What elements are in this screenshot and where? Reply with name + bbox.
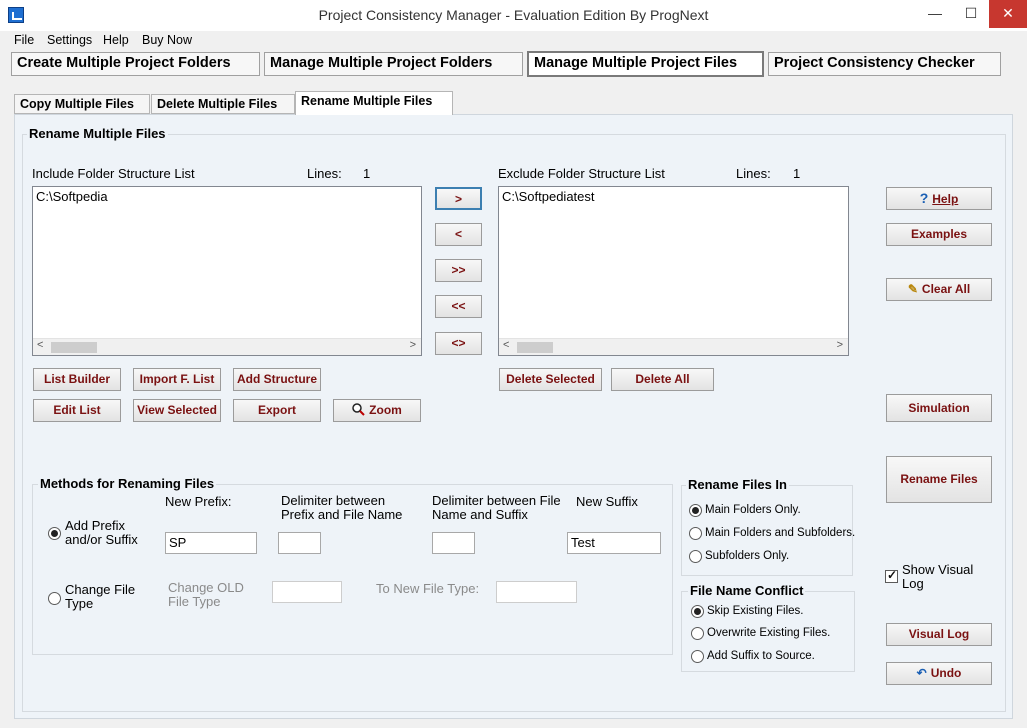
exclude-lines-label: Lines: [736, 166, 771, 181]
old-file-type-input[interactable] [272, 581, 342, 603]
help-label: Help [932, 192, 959, 206]
change-old-file-type-label: Change OLD File Type [168, 580, 244, 609]
include-lines-value: 1 [363, 166, 371, 181]
undo-button[interactable]: ↶ Undo [886, 662, 992, 685]
broom-icon: ✎ [907, 282, 918, 296]
tab-manage-multiple-project-folders[interactable]: Manage Multiple Project Folders [264, 52, 523, 76]
subfolders-only-radio[interactable] [689, 550, 702, 563]
examples-button[interactable]: Examples [886, 223, 992, 246]
window-title: Project Consistency Manager - Evaluation… [318, 7, 709, 23]
maximize-button[interactable]: ☐ [953, 0, 989, 28]
clear-all-label: Clear All [921, 282, 971, 296]
main-folders-only-label: Main Folders Only. [705, 504, 801, 516]
add-prefix-suffix-radio[interactable] [48, 527, 61, 540]
overwrite-existing-radio[interactable] [691, 627, 704, 640]
delim-suffix-header: Delimiter between File Name and Suffix [432, 493, 561, 522]
help-button[interactable]: ? Help [886, 187, 992, 210]
question-icon: ? [919, 190, 929, 206]
move-right-button[interactable]: > [435, 187, 482, 210]
scroll-right-icon[interactable]: > [837, 339, 843, 351]
magnifier-icon [352, 400, 365, 421]
include-lines-label: Lines: [307, 166, 342, 181]
to-new-file-type-label: To New File Type: [376, 581, 480, 596]
zoom-button[interactable]: Zoom [333, 399, 421, 422]
menu-buy-now[interactable]: Buy Now [142, 33, 192, 47]
skip-existing-label: Skip Existing Files. [707, 605, 804, 617]
add-suffix-to-source-label: Add Suffix to Source. [707, 650, 815, 662]
include-folder-list[interactable]: C:\Softpedia < > [32, 186, 422, 356]
include-hscrollbar[interactable]: < > [33, 338, 421, 355]
file-name-conflict-title: File Name Conflict [688, 583, 806, 598]
import-list-button[interactable]: Import F. List [133, 368, 221, 391]
subtab-delete-multiple-files[interactable]: Delete Multiple Files [151, 94, 295, 114]
close-button[interactable]: ✕ [989, 0, 1027, 28]
scroll-thumb[interactable] [517, 342, 553, 353]
menu-file[interactable]: File [14, 33, 34, 47]
add-suffix-to-source-radio[interactable] [691, 650, 704, 663]
exclude-list-label: Exclude Folder Structure List [498, 166, 665, 181]
simulation-button[interactable]: Simulation [886, 394, 992, 422]
new-prefix-header: New Prefix: [165, 494, 232, 509]
new-suffix-header: New Suffix [576, 494, 638, 509]
scroll-thumb[interactable] [51, 342, 97, 353]
skip-existing-radio[interactable] [691, 605, 704, 618]
methods-group-title: Methods for Renaming Files [38, 476, 217, 491]
delete-selected-button[interactable]: Delete Selected [499, 368, 602, 391]
list-item[interactable]: C:\Softpediatest [502, 189, 595, 204]
main-and-subfolders-label: Main Folders and Subfolders. [705, 527, 856, 539]
visual-log-button[interactable]: Visual Log [886, 623, 992, 646]
view-selected-button[interactable]: View Selected [133, 399, 221, 422]
change-file-type-label: Change File Type [65, 582, 136, 611]
move-all-left-button[interactable]: << [435, 295, 482, 318]
tab-create-multiple-project-folders[interactable]: Create Multiple Project Folders [11, 52, 260, 76]
move-all-right-button[interactable]: >> [435, 259, 482, 282]
tab-manage-multiple-project-files[interactable]: Manage Multiple Project Files [527, 51, 764, 77]
export-button[interactable]: Export [233, 399, 321, 422]
move-left-button[interactable]: < [435, 223, 482, 246]
show-visual-log-checkbox[interactable] [885, 568, 898, 583]
new-file-type-input[interactable] [496, 581, 577, 603]
rename-files-in-title: Rename Files In [686, 477, 789, 492]
minimize-button[interactable]: — [917, 0, 953, 28]
new-prefix-input[interactable]: SP [165, 532, 257, 554]
zoom-label: Zoom [369, 403, 402, 417]
delim-suffix-input[interactable] [432, 532, 475, 554]
include-list-label: Include Folder Structure List [32, 166, 195, 181]
rename-files-button[interactable]: Rename Files [886, 456, 992, 503]
tab-project-consistency-checker[interactable]: Project Consistency Checker [768, 52, 1001, 76]
overwrite-existing-label: Overwrite Existing Files. [707, 627, 831, 639]
delim-prefix-input[interactable] [278, 532, 321, 554]
exclude-folder-list[interactable]: C:\Softpediatest < > [498, 186, 849, 356]
list-builder-button[interactable]: List Builder [33, 368, 121, 391]
swap-button[interactable]: <> [435, 332, 482, 355]
list-item[interactable]: C:\Softpedia [36, 189, 108, 204]
exclude-lines-value: 1 [793, 166, 801, 181]
subtab-rename-multiple-files[interactable]: Rename Multiple Files [295, 91, 453, 115]
add-prefix-suffix-label: Add Prefix and/or Suffix [65, 518, 138, 547]
change-file-type-radio[interactable] [48, 592, 61, 605]
main-folders-only-radio[interactable] [689, 504, 702, 517]
menu-help[interactable]: Help [103, 33, 129, 47]
clear-all-button[interactable]: ✎ Clear All [886, 278, 992, 301]
delete-all-button[interactable]: Delete All [611, 368, 714, 391]
undo-label: Undo [930, 666, 962, 680]
rename-group-title: Rename Multiple Files [27, 126, 168, 141]
add-structure-button[interactable]: Add Structure [233, 368, 321, 391]
subtab-copy-multiple-files[interactable]: Copy Multiple Files [14, 94, 150, 114]
scroll-right-icon[interactable]: > [410, 339, 416, 351]
main-and-subfolders-radio[interactable] [689, 527, 702, 540]
menu-settings[interactable]: Settings [47, 33, 92, 47]
new-suffix-input[interactable]: Test [567, 532, 661, 554]
show-visual-log-label: Show Visual Log [902, 562, 974, 591]
undo-icon: ↶ [916, 666, 927, 680]
scroll-left-icon[interactable]: < [503, 339, 509, 351]
subfolders-only-label: Subfolders Only. [705, 550, 790, 562]
delim-prefix-header: Delimiter between Prefix and File Name [281, 493, 403, 522]
exclude-hscrollbar[interactable]: < > [499, 338, 848, 355]
edit-list-button[interactable]: Edit List [33, 399, 121, 422]
scroll-left-icon[interactable]: < [37, 339, 43, 351]
